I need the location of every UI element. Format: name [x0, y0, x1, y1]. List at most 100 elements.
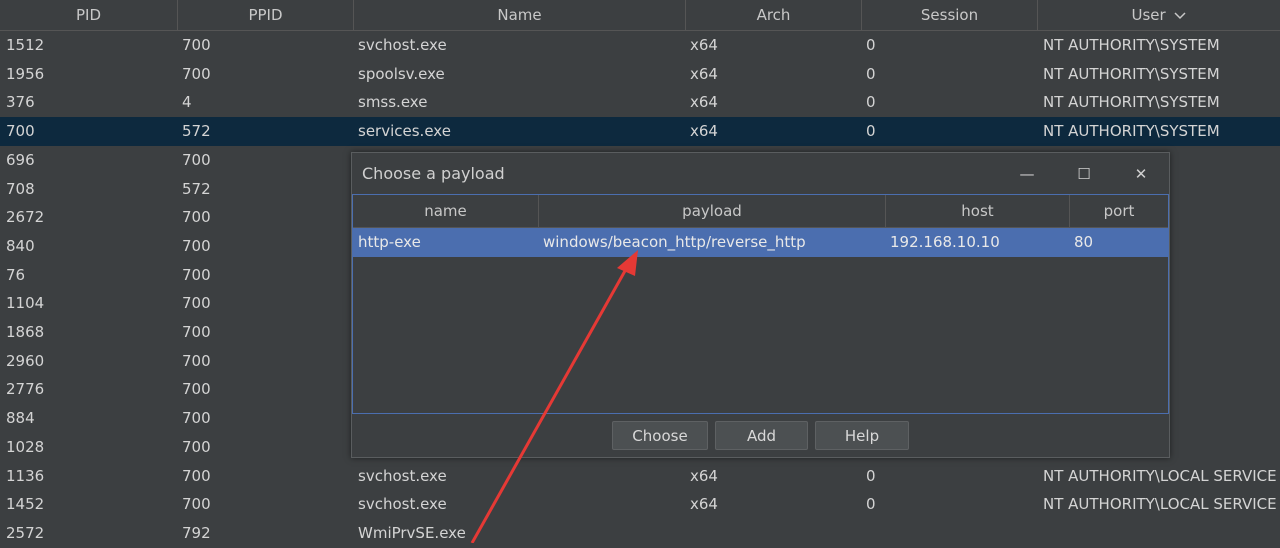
maximize-icon: ☐: [1077, 165, 1091, 183]
pid-cell: 2776: [6, 380, 45, 399]
name-cell: spoolsv.exe: [358, 64, 445, 83]
column-header-port[interactable]: port: [1070, 195, 1168, 227]
payload-row[interactable]: http-exe windows/beacon_http/reverse_htt…: [353, 228, 1168, 257]
column-header-user[interactable]: User: [1038, 0, 1280, 30]
ppid-cell: 700: [182, 64, 211, 83]
column-header-name[interactable]: Name: [354, 0, 686, 30]
session-cell: 0: [866, 495, 876, 514]
user-cell: NT AUTHORITY\SYSTEM: [1043, 64, 1220, 83]
table-row[interactable]: 700 572 services.exe x64 0 NT AUTHORITY\SYSTE…: [0, 117, 1280, 146]
table-row[interactable]: 376 4 smss.exe x64 0 NT AUTHORITY\SYSTEM: [0, 88, 1280, 117]
ppid-cell: 700: [182, 323, 211, 341]
column-header-user-label: User: [1131, 6, 1166, 24]
user-cell: NT AUTHORITY\SYSTEM: [1043, 122, 1220, 141]
session-cell: 0: [866, 466, 876, 485]
arch-cell: x64: [690, 64, 718, 83]
arch-cell: x64: [690, 466, 718, 485]
pid-cell: 376: [6, 93, 35, 112]
column-header-arch[interactable]: Arch: [686, 0, 862, 30]
table-row[interactable]: 1452 700 svchost.exe x64 0 NT AUTHORITY\LOCAL…: [0, 490, 1280, 519]
ppid-cell: 572: [182, 179, 211, 198]
table-row[interactable]: 1136 700 svchost.exe x64 0 NT AUTHORITY\LOCAL…: [0, 462, 1280, 491]
pid-cell: 884: [6, 409, 35, 428]
ppid-cell: 700: [182, 294, 211, 313]
pid-cell: 840: [6, 236, 35, 255]
pid-cell: 1512: [6, 36, 45, 54]
close-button[interactable]: ✕: [1121, 153, 1161, 195]
dialog-button-bar: Choose Add Help: [352, 415, 1169, 457]
session-cell: 0: [866, 36, 876, 54]
column-header-payload-name[interactable]: name: [353, 195, 539, 227]
maximize-button[interactable]: ☐: [1064, 153, 1104, 195]
host-cell: 192.168.10.10: [890, 233, 1000, 251]
column-header-host[interactable]: host: [886, 195, 1070, 227]
pid-cell: 1452: [6, 495, 45, 514]
ppid-cell: 700: [182, 265, 211, 284]
arch-cell: x64: [690, 36, 718, 54]
pid-cell: 2572: [6, 523, 45, 542]
name-cell: svchost.exe: [358, 36, 447, 54]
payload-cell: windows/beacon_http/reverse_http: [543, 233, 806, 251]
table-row[interactable]: 2572 792 WmiPrvSE.exe: [0, 519, 1280, 548]
name-cell: WmiPrvSE.exe: [358, 523, 466, 542]
add-button[interactable]: Add: [715, 421, 808, 450]
pid-cell: 1868: [6, 323, 45, 341]
pid-cell: 1136: [6, 466, 45, 485]
chevron-down-icon: [1174, 11, 1187, 19]
column-header-ppid[interactable]: PPID: [178, 0, 354, 30]
payload-table-header: name payload host port: [353, 195, 1168, 228]
name-cell: smss.exe: [358, 93, 428, 112]
session-cell: 0: [866, 64, 876, 83]
ppid-cell: 700: [182, 236, 211, 255]
choose-button[interactable]: Choose: [612, 421, 708, 450]
choose-payload-dialog: Choose a payload — ☐ ✕ name payload host…: [351, 152, 1170, 458]
arch-cell: x64: [690, 495, 718, 514]
pid-cell: 2672: [6, 208, 45, 227]
ppid-cell: 700: [182, 208, 211, 227]
user-cell: NT AUTHORITY\LOCAL SERVICE: [1043, 466, 1277, 485]
ppid-cell: 700: [182, 495, 211, 514]
pid-cell: 696: [6, 150, 35, 169]
pid-cell: 76: [6, 265, 26, 284]
table-row[interactable]: 1512 700 svchost.exe x64 0 NT AUTHORITY\SYSTE…: [0, 31, 1280, 60]
ppid-cell: 4: [182, 93, 192, 112]
pid-cell: 1104: [6, 294, 45, 313]
session-cell: 0: [866, 93, 876, 112]
column-header-pid[interactable]: PID: [0, 0, 178, 30]
name-cell: svchost.exe: [358, 495, 447, 514]
dialog-title-bar[interactable]: Choose a payload — ☐ ✕: [352, 153, 1169, 195]
close-icon: ✕: [1134, 165, 1148, 183]
ppid-cell: 572: [182, 122, 211, 141]
table-row[interactable]: 1956 700 spoolsv.exe x64 0 NT AUTHORITY\SYSTE…: [0, 60, 1280, 89]
minimize-icon: —: [1019, 165, 1035, 183]
session-cell: 0: [866, 122, 876, 141]
ppid-cell: 700: [182, 380, 211, 399]
pid-cell: 2960: [6, 351, 45, 370]
process-table-header: PID PPID Name Arch Session User: [0, 0, 1280, 31]
ppid-cell: 700: [182, 409, 211, 428]
payload-table: name payload host port http-exe windows/…: [352, 194, 1169, 414]
pid-cell: 1028: [6, 437, 45, 456]
payload-name-cell: http-exe: [358, 233, 421, 251]
ppid-cell: 700: [182, 466, 211, 485]
column-header-session[interactable]: Session: [862, 0, 1038, 30]
pid-cell: 1956: [6, 64, 45, 83]
arch-cell: x64: [690, 122, 718, 141]
pid-cell: 700: [6, 122, 35, 141]
ppid-cell: 792: [182, 523, 211, 542]
ppid-cell: 700: [182, 36, 211, 54]
minimize-button[interactable]: —: [1007, 153, 1047, 195]
arch-cell: x64: [690, 93, 718, 112]
column-header-payload[interactable]: payload: [539, 195, 886, 227]
dialog-title: Choose a payload: [362, 164, 505, 183]
pid-cell: 708: [6, 179, 35, 198]
ppid-cell: 700: [182, 437, 211, 456]
user-cell: NT AUTHORITY\SYSTEM: [1043, 93, 1220, 112]
ppid-cell: 700: [182, 351, 211, 370]
user-cell: NT AUTHORITY\SYSTEM: [1043, 36, 1220, 54]
name-cell: services.exe: [358, 122, 451, 141]
user-cell: NT AUTHORITY\LOCAL SERVICE: [1043, 495, 1277, 514]
help-button[interactable]: Help: [815, 421, 909, 450]
port-cell: 80: [1074, 233, 1094, 251]
ppid-cell: 700: [182, 150, 211, 169]
